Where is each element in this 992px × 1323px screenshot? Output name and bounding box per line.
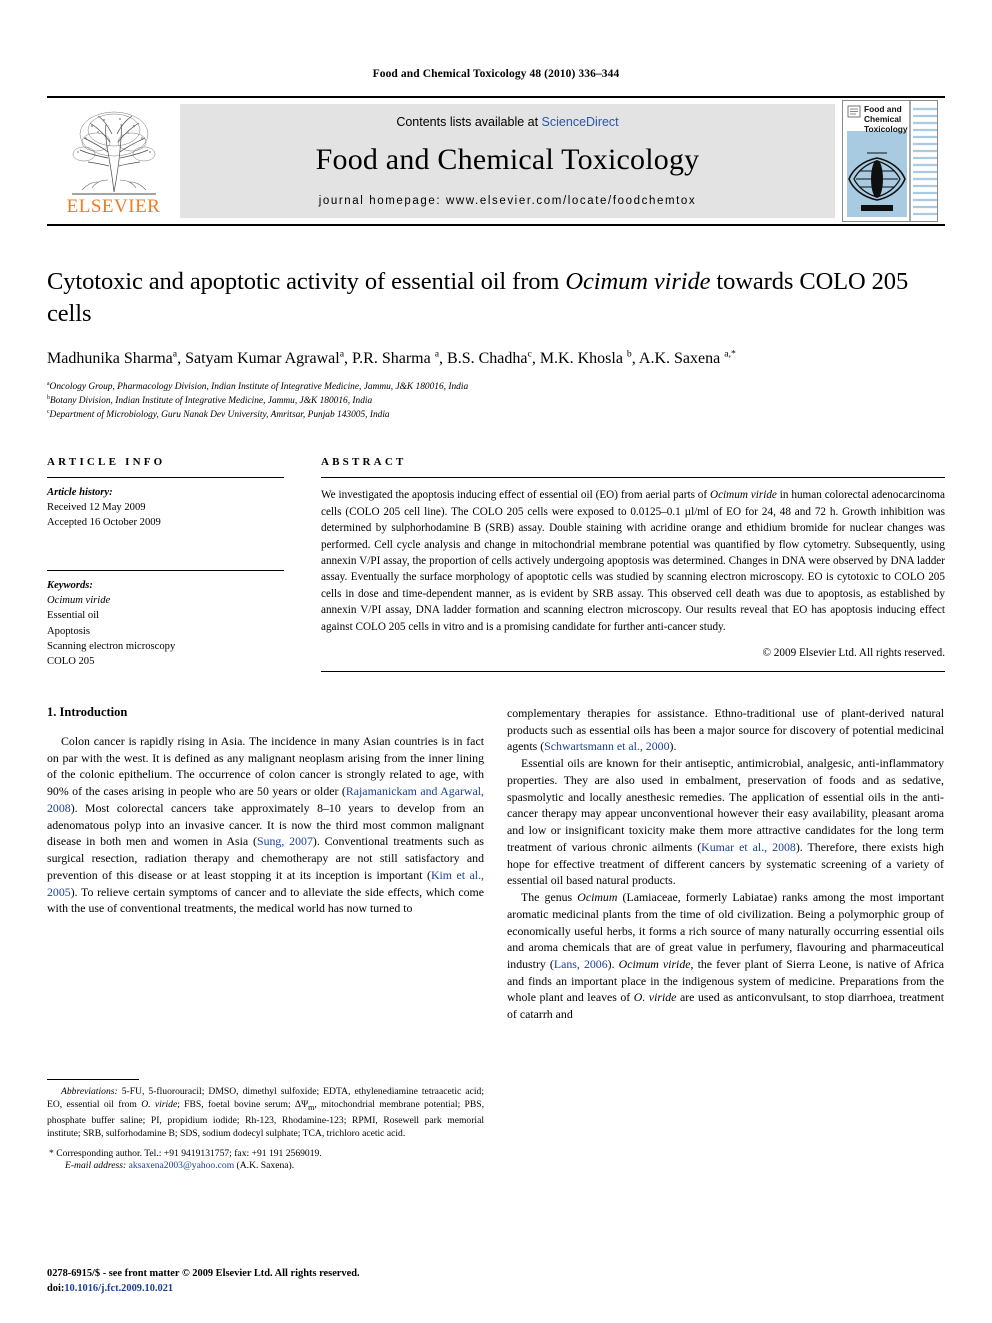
elsevier-wordmark: ELSEVIER — [66, 196, 161, 217]
email-link[interactable]: aksaxena2003@yahoo.com — [129, 1160, 235, 1171]
email-suffix: (A.K. Saxena). — [234, 1159, 295, 1171]
paragraph: Colon cancer is rapidly rising in Asia. … — [47, 733, 484, 917]
text-run: ). — [607, 956, 619, 971]
doi-line: doi:10.1016/j.fct.2009.10.021 — [47, 1282, 360, 1297]
issn-line: 0278-6915/$ - see front matter © 2009 El… — [47, 1268, 360, 1280]
running-head: Food and Chemical Toxicology 48 (2010) 3… — [372, 68, 620, 80]
corresponding-author-note: * Corresponding author. Tel.: +91 941913… — [47, 1147, 484, 1160]
article-history-block: Article history: Received 12 May 2009 Ac… — [47, 478, 284, 530]
abstract-text: We investigated the apoptosis inducing e… — [321, 478, 945, 635]
keyword-item: Apoptosis — [47, 625, 90, 637]
journal-masthead: ELSEVIER Contents lists available at Sci… — [47, 96, 945, 226]
abstract-segment-2: in human colorectal adenocarcinoma cells… — [321, 489, 945, 633]
keyword-item: Scanning electron microscopy — [47, 640, 176, 652]
article-info-column: ARTICLE INFO Article history: Received 1… — [47, 456, 284, 672]
svg-text:Chemical: Chemical — [864, 114, 901, 124]
footnote-block: Abbreviations: 5-FU, 5-fluorouracil; DMS… — [47, 1079, 484, 1171]
affiliation-text: Oncology Group, Pharmacology Division, I… — [49, 381, 469, 392]
title-segment-1: Cytotoxic and apoptotic activity of esse… — [47, 268, 566, 295]
email-label: E-mail address: — [65, 1159, 127, 1171]
abstract-species-name: Ocimum viride — [710, 489, 777, 502]
email-note: E-mail address: aksaxena2003@yahoo.com (… — [47, 1160, 484, 1171]
abbreviations-note: Abbreviations: 5-FU, 5-fluorouracil; DMS… — [47, 1085, 484, 1140]
species-name-short: O. viride — [633, 990, 677, 1005]
journal-cover-thumbnail: Food and Chemical Toxicology — [842, 100, 938, 222]
abstract-copyright: © 2009 Elsevier Ltd. All rights reserved… — [762, 646, 946, 659]
svg-text:Toxicology: Toxicology — [864, 124, 908, 134]
contents-prefix: Contents lists available at — [396, 115, 542, 129]
journal-title: Food and Chemical Toxicology — [315, 143, 700, 176]
genus-name: Ocimum — [577, 890, 618, 905]
abstract-segment-1: We investigated the apoptosis inducing e… — [321, 489, 711, 502]
citation-link[interactable]: Schwartsmann et al., 2000 — [544, 739, 669, 753]
elsevier-tree-icon — [71, 111, 156, 195]
svg-text:Food and: Food and — [864, 104, 902, 114]
journal-banner: Contents lists available at ScienceDirec… — [180, 104, 835, 218]
title-species-name: Ocimum viride — [565, 268, 711, 295]
paper-title: Cytotoxic and apoptotic activity of esse… — [47, 266, 945, 329]
elsevier-logo: ELSEVIER — [47, 98, 180, 224]
paper-page: Food and Chemical Toxicology 48 (2010) 3… — [0, 0, 992, 1323]
affiliation-text: Department of Microbiology, Guru Nanak D… — [49, 410, 390, 421]
corresponding-text: Corresponding author. Tel.: +91 94191317… — [56, 1147, 322, 1159]
citation-link[interactable]: Kumar et al., 2008 — [701, 840, 796, 854]
citation-link[interactable]: Sung, 2007 — [257, 834, 313, 848]
cover-artwork-icon: Food and Chemical Toxicology — [843, 101, 937, 221]
abstract-column: ABSTRACT We investigated the apoptosis i… — [321, 456, 945, 672]
article-info-heading: ARTICLE INFO — [47, 456, 166, 469]
sciencedirect-link[interactable]: ScienceDirect — [542, 115, 619, 129]
doi-label: doi: — [47, 1283, 65, 1295]
intro-right-text: complementary therapies for assistance. … — [507, 705, 944, 1023]
species-name: Ocimum viride — [618, 956, 691, 971]
footnote-rule — [47, 1079, 139, 1081]
intro-left-text: Colon cancer is rapidly rising in Asia. … — [47, 733, 484, 917]
keyword-item: COLO 205 — [47, 655, 95, 667]
contents-available-line: Contents lists available at ScienceDirec… — [396, 115, 618, 129]
body-region: 1. Introduction Colon cancer is rapidly … — [47, 705, 945, 1171]
asterisk-marker: * — [49, 1147, 54, 1159]
citation-link[interactable]: Lans, 2006 — [554, 957, 608, 971]
keywords-label: Keywords: — [47, 580, 93, 592]
history-received: Received 12 May 2009 — [47, 502, 146, 514]
abbreviations-label: Abbreviations: — [61, 1086, 118, 1098]
text-run: ). — [669, 739, 677, 754]
affiliation-list: aOncology Group, Pharmacology Division, … — [47, 380, 945, 422]
doi-link[interactable]: 10.1016/j.fct.2009.10.021 — [64, 1283, 173, 1294]
info-abstract-region: ARTICLE INFO Article history: Received 1… — [47, 456, 945, 672]
keyword-item: Ocimum viride — [47, 595, 111, 607]
history-accepted: Accepted 16 October 2009 — [47, 517, 161, 529]
keyword-item: Essential oil — [47, 610, 100, 622]
affiliation-item: bBotany Division, Indian Institute of In… — [47, 394, 373, 407]
issn-footer: 0278-6915/$ - see front matter © 2009 El… — [47, 1267, 360, 1297]
abstract-heading: ABSTRACT — [321, 456, 407, 469]
journal-homepage-link[interactable]: journal homepage: www.elsevier.com/locat… — [319, 195, 697, 207]
abstract-bottom-rule — [321, 670, 945, 672]
paragraph: Essential oils are known for their antis… — [507, 755, 944, 889]
keywords-block: Keywords: Ocimum viride Essential oil Ap… — [47, 571, 284, 668]
affiliation-item: cDepartment of Microbiology, Guru Nanak … — [47, 409, 390, 421]
species-abbrev: O. viride — [141, 1099, 178, 1111]
affiliation-text: Botany Division, Indian Institute of Int… — [49, 396, 373, 407]
text-run: ; FBS, foetal bovine serum; ΔΨ — [177, 1099, 309, 1111]
journal-cover-cell: Food and Chemical Toxicology — [835, 98, 945, 224]
body-left-column: 1. Introduction Colon cancer is rapidly … — [47, 705, 484, 1171]
introduction-heading: 1. Introduction — [47, 704, 128, 719]
body-right-column: complementary therapies for assistance. … — [507, 705, 944, 1171]
text-run: ). To relieve certain symptoms of cancer… — [47, 884, 484, 916]
paragraph: The genus Ocimum (Lamiaceae, formerly La… — [507, 889, 944, 1023]
author-list: Madhunika Sharmaa, Satyam Kumar Agrawala… — [47, 348, 736, 368]
article-history-label: Article history: — [47, 487, 113, 499]
affiliation-item: aOncology Group, Pharmacology Division, … — [47, 380, 469, 392]
text-run: The genus — [521, 890, 578, 905]
paragraph: complementary therapies for assistance. … — [507, 705, 944, 755]
